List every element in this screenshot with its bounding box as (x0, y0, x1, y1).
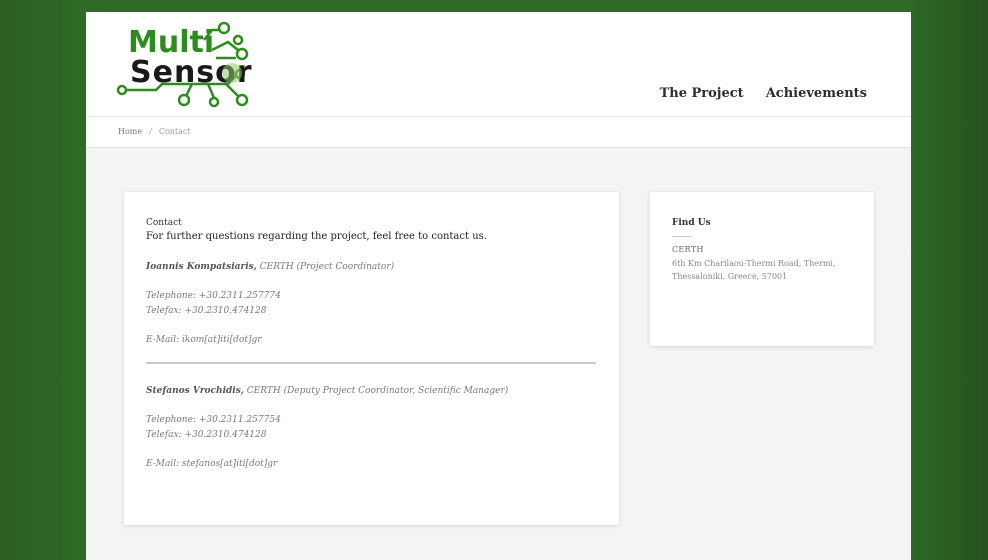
nav-the-project[interactable]: The Project (660, 86, 744, 101)
person-2-telefax: Telefax: +30.2310.474128 (146, 430, 267, 440)
find-us-title: Find Us (672, 218, 711, 228)
logo-graphic: Multi Sensor (116, 21, 252, 108)
contact-lead: For further questions regarding the proj… (146, 231, 487, 242)
find-us-card: Find Us CERTH 6th Km Charilaou-Thermi Ro… (650, 192, 874, 346)
person-1-line: Ioannis Kompatsiaris, CERTH (Project Coo… (146, 260, 596, 275)
breadcrumb: Home / Contact (86, 116, 911, 148)
breadcrumb-separator: / (149, 127, 152, 136)
contact-card: Contact For further questions regarding … (124, 192, 619, 525)
contact-divider (146, 362, 596, 364)
person-1-email[interactable]: E-Mail: ikom[at]iti[dot]gr (146, 333, 596, 348)
person-2-role: CERTH (Deputy Project Coordinator, Scien… (246, 386, 509, 396)
main-nav: The Project Achievements (660, 86, 867, 101)
person-2-telephone: Telephone: +30.2311.257754 (146, 415, 281, 425)
multisensor-logo[interactable]: Multi Sensor (116, 18, 276, 108)
nav-achievements[interactable]: Achievements (766, 86, 867, 101)
breadcrumb-home[interactable]: Home (118, 127, 142, 136)
site-header: Multi Sensor The Project Achievements (86, 12, 911, 116)
find-us-address-line2: Thessaloniki, Greece, 57001 (672, 272, 788, 281)
person-1-telephone: Telephone: +30.2311.257774 (146, 291, 281, 301)
logo-glow-icon (222, 63, 242, 83)
page: Multi Sensor The Project Achievements Ho… (86, 12, 911, 560)
person-2-email[interactable]: E-Mail: stefanos[at]iti[dot]gr (146, 457, 596, 472)
contact-title: Contact (146, 218, 182, 228)
find-us-rule (672, 236, 692, 237)
person-2-line: Stefanos Vrochidis, CERTH (Deputy Projec… (146, 384, 596, 399)
breadcrumb-current: Contact (158, 127, 191, 136)
person-1-role: CERTH (Project Coordinator) (259, 262, 395, 272)
person-1-name: Ioannis Kompatsiaris, (146, 262, 257, 272)
person-2-name: Stefanos Vrochidis, (146, 386, 244, 396)
find-us-org: CERTH (672, 245, 704, 254)
find-us-address-line1: 6th Km Charilaou-Thermi Road, Thermi, (672, 259, 836, 268)
person-1-telefax: Telefax: +30.2310.474128 (146, 306, 267, 316)
